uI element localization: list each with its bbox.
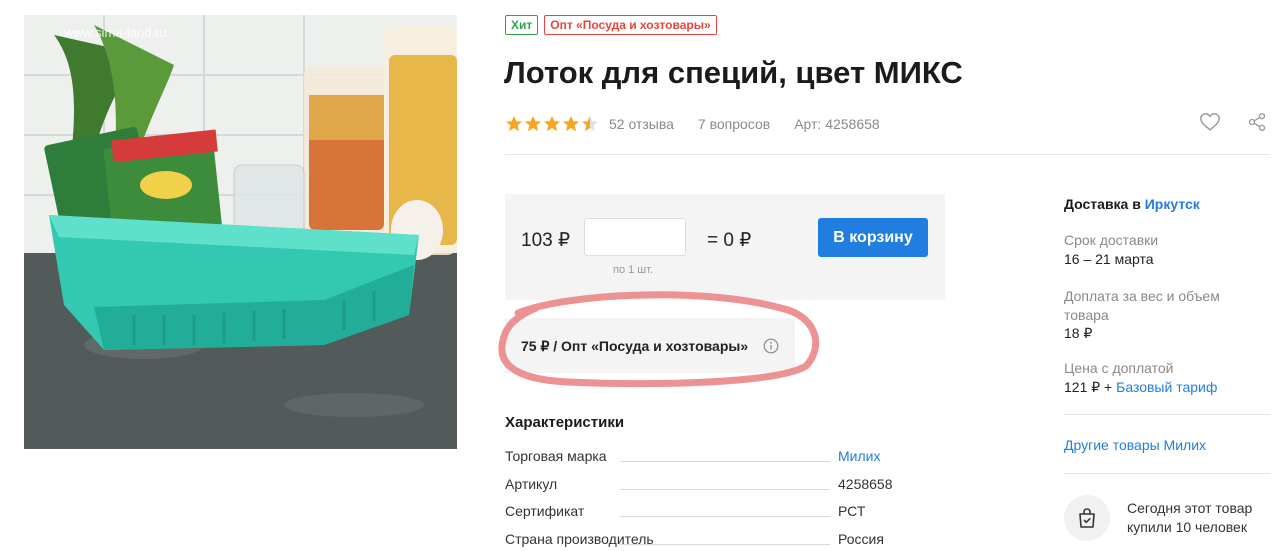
char-value: 4258658	[838, 476, 893, 492]
delivery-term-value: 16 – 21 марта	[1064, 251, 1154, 267]
shopping-bag-icon	[1079, 508, 1095, 528]
price-with-surcharge: 121 ₽ + Базовый тариф	[1064, 379, 1217, 396]
char-key: Торговая марка	[505, 448, 607, 464]
right-divider	[1064, 473, 1270, 474]
delivery-title: Доставка в Иркутск	[1064, 196, 1200, 212]
char-leader	[620, 544, 830, 545]
star-icon	[505, 115, 523, 132]
product-title: Лоток для специй, цвет МИКС	[504, 55, 963, 90]
questions-link[interactable]: 7 вопросов	[698, 116, 770, 132]
add-to-cart-button[interactable]: В корзину	[818, 218, 928, 257]
characteristics-title: Характеристики	[505, 414, 625, 431]
char-leader	[620, 489, 830, 490]
surcharge-value: 18 ₽	[1064, 325, 1093, 341]
total-price: = 0 ₽	[707, 230, 752, 251]
bought-today-text: Сегодня этот товар купили 10 человек	[1127, 500, 1253, 535]
delivery-city-link[interactable]: Иркутск	[1145, 196, 1200, 212]
unit-price: 103 ₽	[521, 230, 571, 251]
product-photo-illustration	[24, 15, 457, 449]
share-icon[interactable]	[1247, 112, 1267, 132]
quantity-input[interactable]	[584, 218, 686, 256]
delivery-term-label: Срок доставки	[1064, 232, 1159, 248]
info-icon[interactable]	[763, 338, 779, 354]
buy-box: 103 ₽ по 1 шт. = 0 ₽ В корзину	[505, 194, 945, 300]
char-leader	[620, 516, 830, 517]
char-key: Артикул	[505, 476, 558, 492]
char-value: РСТ	[838, 503, 866, 519]
shopping-bag-badge	[1064, 495, 1110, 541]
right-divider	[1064, 414, 1270, 415]
wholesale-price-text: 75 ₽ / Опт «Посуда и хозтовары»	[521, 338, 749, 354]
char-value: Россия	[838, 531, 884, 547]
char-row: Артикул 4258658	[505, 476, 895, 496]
rating-stars[interactable]	[505, 115, 599, 133]
hit-badge[interactable]: Хит	[505, 15, 539, 35]
wholesale-badge[interactable]: Опт «Посуда и хозтовары»	[544, 15, 717, 35]
price-with-surcharge-label: Цена с доплатой	[1064, 360, 1174, 376]
header-divider	[505, 154, 1270, 155]
tariff-link[interactable]: Базовый тариф	[1116, 379, 1217, 395]
wholesale-price-box: 75 ₽ / Опт «Посуда и хозтовары»	[505, 318, 795, 373]
surcharge-label: Доплата за вес и объем товара	[1064, 288, 1220, 323]
image-watermark: www.sima-land.ru	[64, 25, 167, 40]
product-meta: 52 отзыва 7 вопросов Арт: 4258658	[505, 115, 904, 133]
char-row: Сертификат РСТ	[505, 503, 895, 523]
delivery-title-prefix: Доставка в	[1064, 196, 1141, 212]
product-badges: Хит Опт «Посуда и хозтовары»	[505, 15, 717, 35]
char-row: Торговая марка Милих	[505, 448, 895, 468]
price-with-surcharge-value: 121 ₽ +	[1064, 379, 1117, 395]
reviews-link[interactable]: 52 отзыва	[609, 116, 674, 132]
per-unit-hint: по 1 шт.	[613, 264, 654, 276]
char-leader	[620, 461, 830, 462]
char-key: Сертификат	[505, 503, 585, 519]
star-icon	[543, 115, 561, 132]
star-icon	[562, 115, 580, 132]
half-star-icon	[581, 115, 599, 132]
product-photo[interactable]: www.sima-land.ru	[24, 15, 457, 449]
brand-link[interactable]: Милих	[838, 448, 880, 464]
other-goods-link[interactable]: Другие товары Милих	[1064, 437, 1206, 453]
star-icon	[524, 115, 542, 132]
char-row: Страна производитель Россия	[505, 531, 895, 551]
article-number: Арт: 4258658	[794, 116, 880, 132]
heart-icon[interactable]	[1199, 111, 1221, 133]
